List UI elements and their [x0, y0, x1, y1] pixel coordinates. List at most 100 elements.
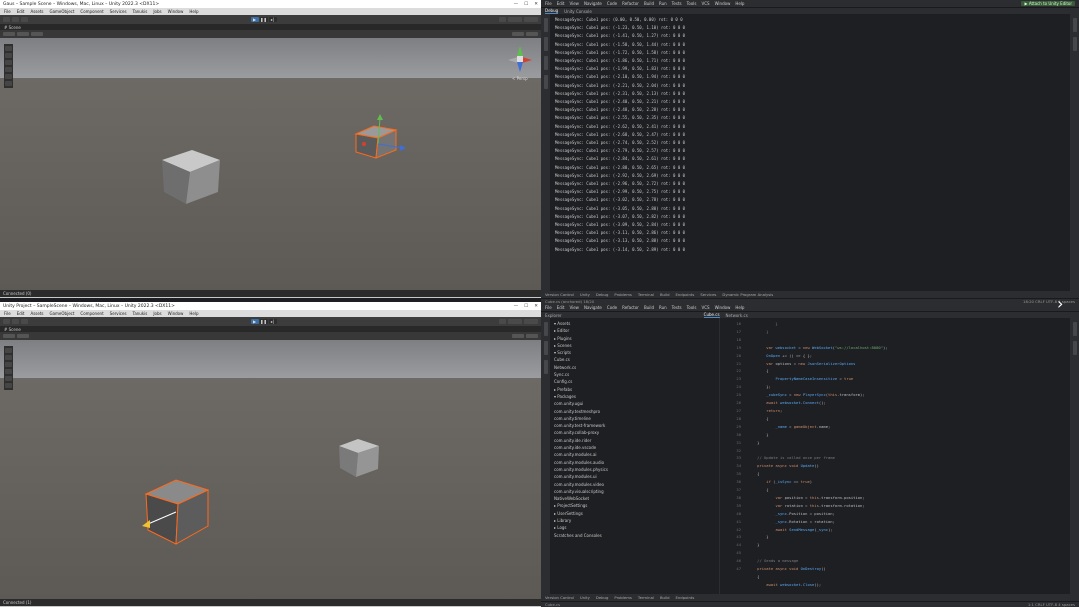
explorer-item[interactable]: com.unity.timeline [554, 415, 715, 422]
console-log-line[interactable]: MessageSync: Cube1 pos: (-2.99, 0.50, 2.… [555, 188, 1065, 196]
explorer-item[interactable]: com.unity.ide.vscode [554, 444, 715, 451]
menu-item[interactable]: Jobs [153, 311, 161, 316]
menu-item[interactable]: Window [715, 1, 731, 6]
tool-window-tab[interactable]: Build [660, 595, 670, 600]
menu-item[interactable]: Refactor [622, 305, 639, 310]
tab-unity-console[interactable]: Unity Console [564, 9, 592, 14]
gizmos-dropdown[interactable] [512, 32, 524, 36]
menu-item[interactable]: Tests [672, 305, 682, 310]
layers-dropdown[interactable] [508, 17, 522, 22]
play-button[interactable]: ▶ [250, 319, 259, 324]
console-log-line[interactable]: MessageSync: Cube1 pos: (-2.48, 0.50, 2.… [555, 106, 1065, 114]
menu-item[interactable]: Edit [557, 305, 565, 310]
console-log-line[interactable]: MessageSync: Cube1 pos: (-2.21, 0.50, 2.… [555, 82, 1065, 90]
tool-window-tab[interactable]: Terminal [638, 595, 654, 600]
console-log-line[interactable]: MessageSync: Cube1 pos: (-1.58, 0.50, 1.… [555, 41, 1065, 49]
selected-cube-object[interactable] [138, 468, 228, 548]
rect-tool-icon[interactable] [5, 376, 12, 381]
menu-item[interactable]: Tanukis [133, 311, 148, 316]
tool-window-tab[interactable]: Unity [580, 292, 590, 297]
menu-item[interactable]: Tanukis [133, 9, 148, 14]
cloud-icon[interactable] [12, 319, 19, 324]
menu-item[interactable]: File [4, 9, 11, 14]
menu-item[interactable]: GameObject [49, 9, 74, 14]
menu-item[interactable]: Component [80, 9, 103, 14]
bookmarks-icon[interactable] [543, 341, 548, 355]
explorer-item[interactable]: com.unity.modules.audio [554, 459, 715, 466]
explorer-item[interactable]: NativeWebSocket [554, 495, 715, 502]
tab-network-cs[interactable]: Network.cs [726, 313, 748, 318]
tool-window-tab[interactable]: Version Control [545, 292, 574, 297]
menu-item[interactable]: Edit [17, 311, 25, 316]
console-log-line[interactable]: MessageSync: Cube1 pos: (-2.74, 0.50, 2.… [555, 139, 1065, 147]
menu-item[interactable]: Help [735, 305, 744, 310]
explorer-item[interactable]: ▸ Plugins [554, 335, 715, 342]
commit-icon[interactable] [543, 360, 548, 374]
rect-tool-icon[interactable] [5, 74, 12, 79]
menu-item[interactable]: Services [110, 9, 127, 14]
menu-item[interactable]: Run [659, 1, 667, 6]
tool-window-tab[interactable]: Problems [614, 292, 632, 297]
menu-item[interactable]: Run [659, 305, 667, 310]
menu-item[interactable]: Navigate [584, 1, 602, 6]
cube-object[interactable] [160, 146, 222, 208]
hand-tool-icon[interactable] [5, 348, 12, 353]
console-log-line[interactable]: MessageSync: Cube1 pos: (-3.07, 0.50, 2.… [555, 213, 1065, 221]
run-configuration[interactable]: ▶ Attach to Unity Editor [1021, 1, 1075, 6]
solution-explorer[interactable]: ▾ Assets ▸ Editor ▸ Plugins ▸ Scenes ▾ S… [550, 318, 720, 594]
console-log-line[interactable]: MessageSync: Cube1 pos: (-3.02, 0.50, 2.… [555, 196, 1065, 204]
console-log-line[interactable]: MessageSync: Cube1 pos: (-1.23, 0.50, 1.… [555, 24, 1065, 32]
explorer-item[interactable]: ▸ Logs [554, 524, 715, 531]
menu-item[interactable]: Code [607, 1, 617, 6]
step-button[interactable]: ▸| [268, 17, 277, 22]
selected-cube-object[interactable] [352, 114, 412, 166]
explorer-item[interactable]: Sync.cs [554, 371, 715, 378]
explorer-item[interactable]: ▾ Scripts [554, 349, 715, 356]
scene-view[interactable]: < Persp [0, 38, 541, 290]
console-log-line[interactable]: MessageSync: Cube1 pos: (-3.09, 0.50, 2.… [555, 221, 1065, 229]
console-log-line[interactable]: MessageSync: Cube1 pos: (-1.99, 0.50, 1.… [555, 65, 1065, 73]
minimize-icon[interactable]: — [514, 2, 519, 7]
console-log-line[interactable]: MessageSync: Cube1 pos: (-3.14, 0.50, 2.… [555, 246, 1065, 254]
search-icon[interactable] [499, 17, 506, 22]
menu-item[interactable]: Help [189, 9, 198, 14]
explorer-item[interactable]: com.unity.modules.physics [554, 466, 715, 473]
menu-item[interactable]: Build [644, 1, 654, 6]
close-icon[interactable]: ✕ [534, 2, 538, 7]
transform-tool-icon[interactable] [5, 383, 12, 388]
menu-item[interactable]: Build [644, 305, 654, 310]
pull-requests-icon[interactable] [543, 75, 548, 89]
tool-window-tab[interactable]: Debug [596, 595, 609, 600]
explorer-item[interactable]: com.unity.ide.rider [554, 437, 715, 444]
menu-item[interactable]: Assets [30, 311, 43, 316]
menu-item[interactable]: Window [168, 9, 184, 14]
menu-item[interactable]: Window [168, 311, 184, 316]
console-log-line[interactable]: MessageSync: Cube1 pos: (-2.10, 0.50, 1.… [555, 73, 1065, 81]
explorer-item[interactable]: com.unity.modules.ai [554, 451, 715, 458]
draw-mode-dropdown[interactable] [3, 334, 15, 338]
menu-item[interactable]: Services [110, 311, 127, 316]
console-log-line[interactable]: MessageSync: Cube1 pos: (-2.68, 0.50, 2.… [555, 131, 1065, 139]
explorer-item[interactable]: ▾ Assets [554, 320, 715, 327]
explorer-item[interactable]: ▸ UserSettings [554, 510, 715, 517]
tool-window-tab[interactable]: Services [700, 292, 716, 297]
commit-icon[interactable] [543, 56, 548, 70]
console-log-line[interactable]: MessageSync: Cube1 pos: (-2.92, 0.50, 2.… [555, 172, 1065, 180]
notifications-icon[interactable] [1072, 18, 1077, 32]
layers-dropdown[interactable] [508, 319, 522, 324]
structure-icon[interactable] [543, 18, 548, 32]
tool-window-tab[interactable]: Dynamic Program Analysis [722, 292, 773, 297]
menu-item[interactable]: Tools [687, 305, 697, 310]
database-icon[interactable] [1072, 341, 1077, 355]
menu-item[interactable]: Navigate [584, 305, 602, 310]
explorer-item[interactable]: Config.cs [554, 378, 715, 385]
explorer-item[interactable]: com.unity.textmeshpro [554, 408, 715, 415]
minimize-icon[interactable]: — [514, 304, 519, 309]
gizmos-dropdown[interactable] [512, 334, 524, 338]
2d-toggle[interactable] [17, 334, 29, 338]
menu-item[interactable]: Refactor [622, 1, 639, 6]
console-log-line[interactable]: MessageSync: Cube1 pos: (-3.11, 0.50, 2.… [555, 229, 1065, 237]
menu-item[interactable]: Tests [672, 1, 682, 6]
menu-item[interactable]: Assets [30, 9, 43, 14]
tool-window-tab[interactable]: Endpoints [675, 595, 694, 600]
